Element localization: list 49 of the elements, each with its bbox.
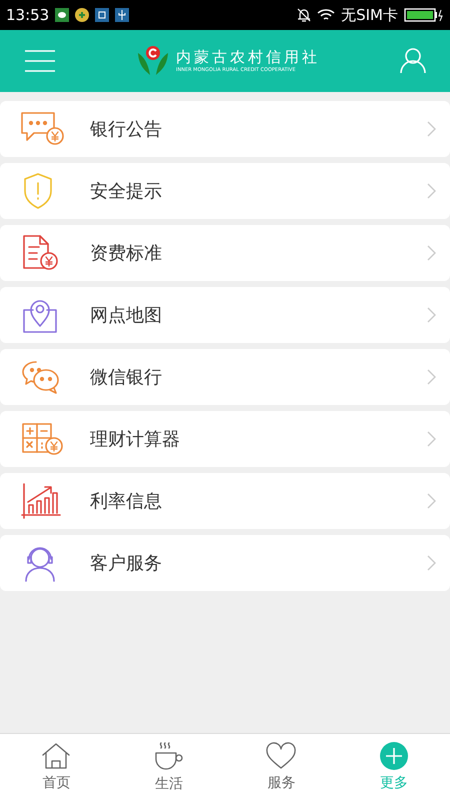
menu-item-label: 资费标准	[90, 242, 163, 265]
chevron-right-icon	[427, 121, 436, 137]
chat-bubbles-icon	[20, 359, 62, 395]
menu-item-label: 理财计算器	[90, 428, 181, 451]
chevron-right-icon	[427, 183, 436, 199]
menu-item[interactable]: 利率信息	[0, 473, 450, 529]
user-icon[interactable]	[400, 48, 426, 74]
usb-icon	[115, 8, 130, 22]
tab[interactable]: 首页	[0, 734, 112, 800]
calculator-icon	[20, 421, 64, 457]
coffee-cup-icon	[152, 741, 185, 771]
menu-item[interactable]: 银行公告	[0, 101, 450, 157]
heart-icon	[265, 742, 298, 770]
menu-item-label: 安全提示	[90, 180, 163, 203]
home-icon	[41, 742, 72, 770]
chevron-right-icon	[427, 369, 436, 385]
chevron-right-icon	[427, 493, 436, 509]
menu-item[interactable]: 安全提示	[0, 163, 450, 219]
bell-off-icon	[297, 7, 312, 23]
menu-icon[interactable]	[24, 49, 56, 73]
tab[interactable]: 服务	[225, 734, 338, 800]
chevron-right-icon	[427, 431, 436, 447]
menu-item[interactable]: 资费标准	[0, 225, 450, 281]
logo-icon	[136, 45, 170, 77]
menu-item-label: 微信银行	[90, 366, 163, 389]
menu-item-label: 网点地图	[90, 304, 163, 327]
chevron-right-icon	[427, 307, 436, 323]
game-app-icon	[75, 8, 90, 22]
logo-title: 内蒙古农村信用社	[176, 48, 320, 66]
wifi-icon	[317, 8, 336, 22]
screenshot-icon	[95, 8, 110, 22]
plus-circle-icon	[380, 742, 408, 770]
battery-icon	[404, 8, 444, 22]
carrier-text: 无SIM卡	[341, 6, 398, 24]
menu-item-label: 银行公告	[90, 118, 163, 141]
menu-item[interactable]: 微信银行	[0, 349, 450, 405]
chat-bubble-icon	[20, 111, 66, 147]
chevron-right-icon	[427, 245, 436, 261]
chevron-right-icon	[427, 555, 436, 571]
menu-item[interactable]: 网点地图	[0, 287, 450, 343]
bar-chart-icon	[20, 482, 62, 520]
menu-item[interactable]: 客户服务	[0, 535, 450, 591]
status-time: 13:53	[6, 6, 50, 24]
tab[interactable]: 生活	[112, 734, 225, 800]
menu-item-label: 利率信息	[90, 490, 163, 513]
chat-app-icon	[55, 8, 70, 22]
menu-item[interactable]: 理财计算器	[0, 411, 450, 467]
menu-item-label: 客户服务	[90, 552, 163, 575]
document-icon	[20, 234, 60, 272]
